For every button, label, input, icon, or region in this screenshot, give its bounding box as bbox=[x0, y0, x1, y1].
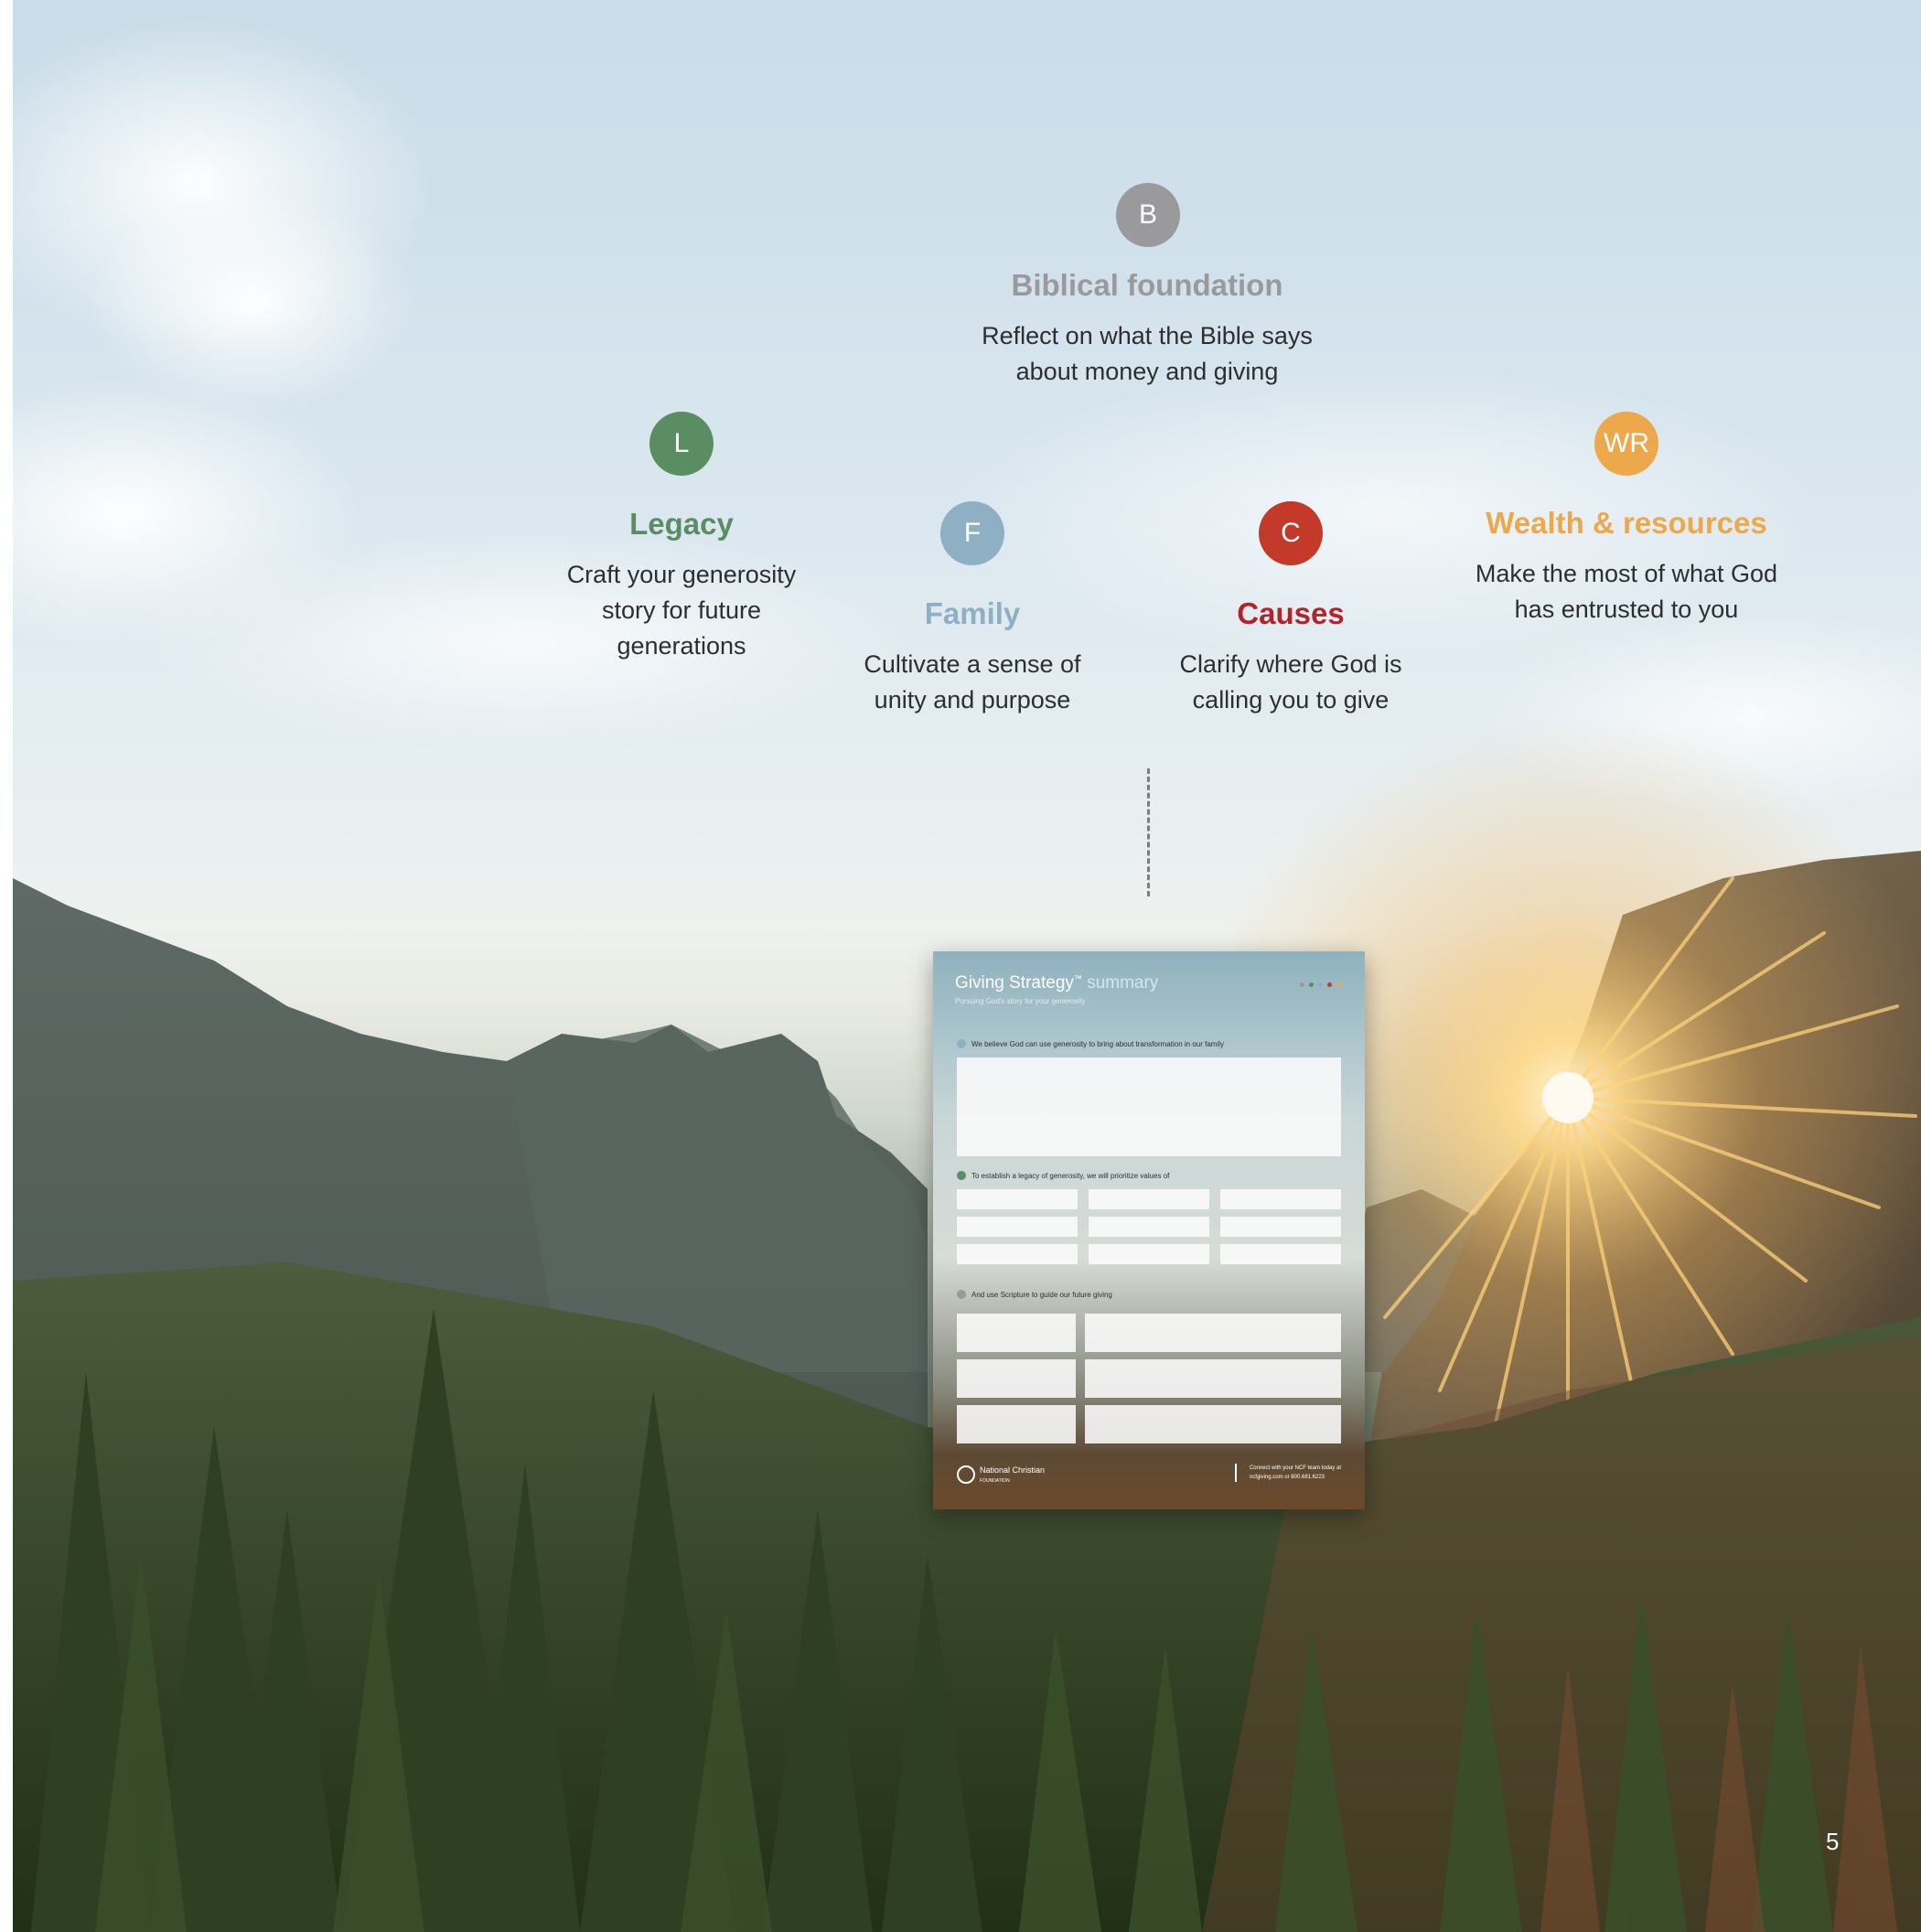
biblical-foundation-title: Biblical foundation bbox=[1011, 268, 1283, 302]
causes-description: Clarify where God is calling you to give bbox=[1179, 650, 1402, 714]
summary-value-cell bbox=[1220, 1217, 1341, 1237]
summary-subtitle: Pursuing God's story for your generosity bbox=[955, 997, 1086, 1005]
wealth-resources-description: Make the most of what God has entrusted … bbox=[1475, 560, 1778, 623]
summary-contact: Connect with your NCF team today at ncfg… bbox=[1234, 1464, 1341, 1482]
causes-title: Causes bbox=[1237, 596, 1345, 630]
dashed-connector-line bbox=[1147, 768, 1150, 896]
summary-title: Giving Strategy™ summary bbox=[955, 973, 1159, 993]
summary-scripture-cell bbox=[957, 1314, 1076, 1352]
ncf-logo-icon bbox=[957, 1465, 975, 1484]
legacy-badge: L bbox=[649, 412, 714, 476]
summary-scripture-cell bbox=[1085, 1405, 1341, 1444]
summary-value-cell bbox=[957, 1217, 1078, 1237]
summary-value-cell bbox=[957, 1189, 1078, 1209]
summary-scripture-cell bbox=[957, 1405, 1076, 1444]
summary-color-dots bbox=[1300, 982, 1341, 987]
ncf-logo: National Christian FOUNDATION bbox=[957, 1465, 1045, 1484]
summary-value-cell bbox=[957, 1244, 1078, 1264]
page-margin bbox=[0, 0, 13, 1932]
family-title: Family bbox=[924, 596, 1021, 630]
biblical-foundation-description: Reflect on what the Bible says about mon… bbox=[982, 322, 1313, 385]
wealth-resources-title: Wealth & resources bbox=[1486, 506, 1767, 540]
summary-value-cell bbox=[1220, 1189, 1341, 1209]
biblical-foundation-badge: B bbox=[1116, 183, 1180, 247]
summary-scripture-cell bbox=[1085, 1359, 1341, 1398]
legacy-description: Craft your generosity story for future g… bbox=[566, 561, 797, 660]
summary-question-1: We believe God can use generosity to bri… bbox=[957, 1039, 1224, 1048]
summary-value-cell bbox=[1089, 1217, 1209, 1237]
family-badge: F bbox=[940, 501, 1004, 565]
summary-scripture-cell bbox=[957, 1359, 1076, 1398]
family-description: Cultivate a sense of unity and purpose bbox=[864, 650, 1081, 714]
summary-value-cell bbox=[1220, 1244, 1341, 1264]
wealth-resources-badge: WR bbox=[1594, 412, 1658, 476]
summary-answer-box-1 bbox=[957, 1057, 1341, 1156]
causes-badge: C bbox=[1259, 501, 1323, 565]
giving-strategy-summary-thumbnail: Giving Strategy™ summary Pursuing God's … bbox=[933, 951, 1365, 1509]
legacy-title: Legacy bbox=[629, 507, 734, 541]
summary-question-3: And use Scripture to guide our future gi… bbox=[957, 1290, 1112, 1299]
summary-scripture-cell bbox=[1085, 1314, 1341, 1352]
summary-value-cell bbox=[1089, 1189, 1209, 1209]
page-number: 5 bbox=[1826, 1828, 1840, 1855]
summary-question-2: To establish a legacy of generosity, we … bbox=[957, 1171, 1169, 1180]
summary-value-cell bbox=[1089, 1244, 1209, 1264]
